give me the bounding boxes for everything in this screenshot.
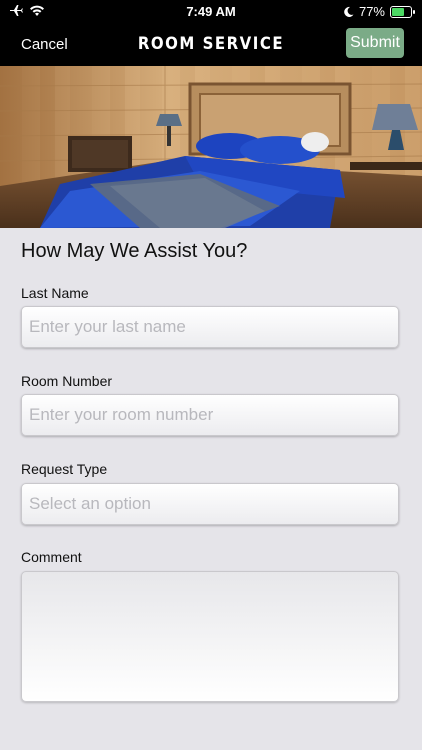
- form-heading: How May We Assist You?: [21, 240, 248, 262]
- room-number-label: Room Number: [21, 373, 113, 389]
- comment-label: Comment: [21, 549, 82, 565]
- battery-charging-icon: [390, 5, 415, 18]
- room-number-placeholder: Enter your room number: [29, 405, 214, 424]
- battery-percent: 77%: [358, 4, 385, 19]
- status-right: 77%: [343, 4, 415, 19]
- room-number-input[interactable]: Enter your room number: [21, 394, 399, 436]
- nav-bar: Cancel ROOM SERVICE Submit: [0, 24, 422, 66]
- request-type-select[interactable]: Select an option: [21, 483, 399, 525]
- hero-image: [0, 66, 422, 228]
- request-type-placeholder: Select an option: [29, 494, 151, 513]
- moon-icon: [344, 6, 354, 17]
- last-name-label: Last Name: [21, 285, 89, 301]
- submit-button[interactable]: Submit: [346, 28, 404, 58]
- comment-textarea[interactable]: [21, 571, 399, 702]
- battery-level: [392, 7, 405, 16]
- status-bar: 7:49 AM 77%: [0, 0, 422, 24]
- last-name-input[interactable]: Enter your last name: [21, 306, 399, 348]
- request-type-label: Request Type: [21, 461, 108, 477]
- last-name-placeholder: Enter your last name: [29, 317, 186, 336]
- hotel-room-photo: [0, 66, 422, 228]
